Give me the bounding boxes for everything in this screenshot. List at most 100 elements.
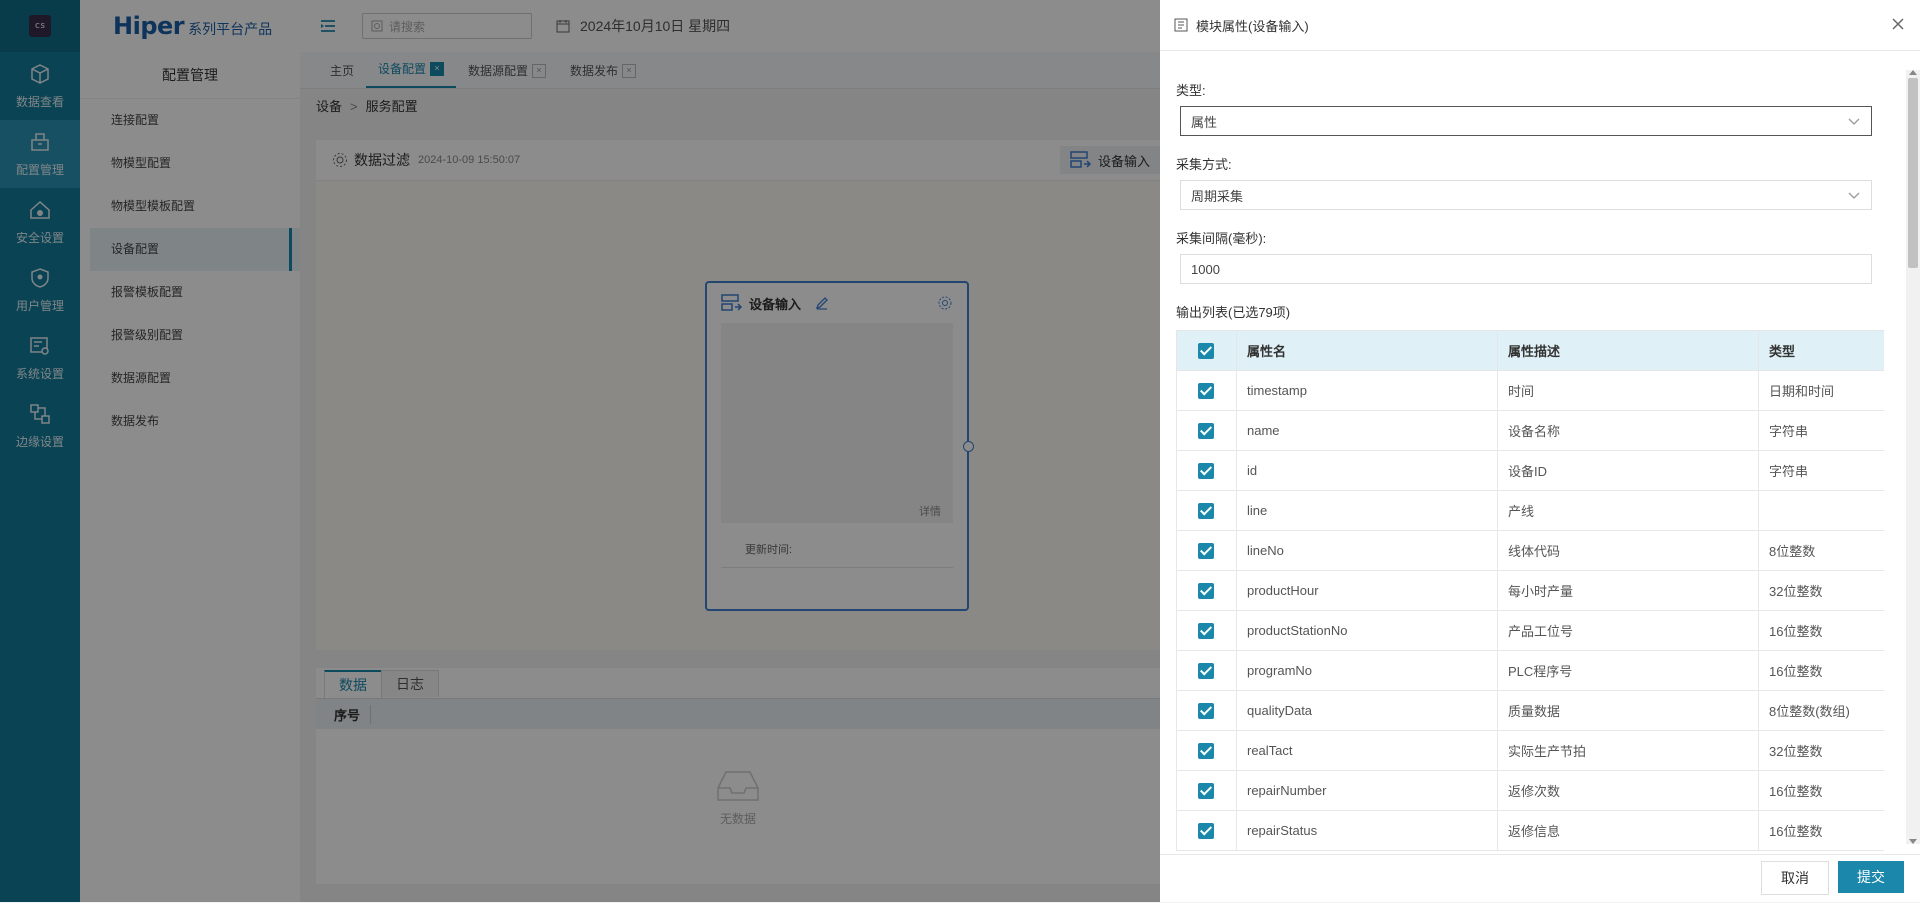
cell-name: programNo: [1236, 650, 1498, 691]
chevron-down-icon: [1848, 118, 1860, 125]
row-checkbox-cell: [1176, 730, 1237, 771]
select-all-checkbox[interactable]: [1198, 342, 1214, 359]
cell-desc: 返修次数: [1497, 770, 1759, 811]
scroll-up-arrow[interactable]: [1909, 70, 1917, 75]
row-checkbox-cell: [1176, 810, 1237, 851]
table-row[interactable]: timestamp 时间 日期和时间: [1176, 370, 1884, 411]
cell-type: 16位整数: [1758, 610, 1884, 651]
cell-desc: 设备名称: [1497, 410, 1759, 451]
cell-desc: 设备ID: [1497, 450, 1759, 491]
select-all-cell: [1176, 330, 1237, 371]
cell-type: 日期和时间: [1758, 370, 1884, 411]
cell-name: realTact: [1236, 730, 1498, 771]
cell-name: repairNumber: [1236, 770, 1498, 811]
collect-method-label: 采集方式:: [1176, 157, 1232, 172]
cell-type: 8位整数: [1758, 530, 1884, 571]
cell-desc: 实际生产节拍: [1497, 730, 1759, 771]
row-checkbox[interactable]: [1198, 462, 1214, 479]
scroll-down-arrow[interactable]: [1909, 839, 1917, 844]
row-checkbox[interactable]: [1198, 822, 1214, 839]
drawer-body: 类型: 属性 采集方式: 周期采集 采集间隔(毫秒): 1000 输出列表(已选…: [1176, 50, 1884, 854]
table-row[interactable]: programNo PLC程序号 16位整数: [1176, 650, 1884, 691]
row-checkbox-cell: [1176, 490, 1237, 531]
cell-name: timestamp: [1236, 370, 1498, 411]
table-row[interactable]: line 产线: [1176, 490, 1884, 531]
interval-value: 1000: [1191, 261, 1220, 277]
cell-desc: 返修信息: [1497, 810, 1759, 851]
cell-name: name: [1236, 410, 1498, 451]
table-row[interactable]: productHour 每小时产量 32位整数: [1176, 570, 1884, 611]
cell-type: 16位整数: [1758, 650, 1884, 691]
row-checkbox[interactable]: [1198, 782, 1214, 799]
row-checkbox[interactable]: [1198, 622, 1214, 639]
type-select-value: 属性: [1191, 114, 1218, 130]
row-checkbox[interactable]: [1198, 582, 1214, 599]
table-row[interactable]: realTact 实际生产节拍 32位整数: [1176, 730, 1884, 771]
cell-name: qualityData: [1236, 690, 1498, 731]
cell-desc: 时间: [1497, 370, 1759, 411]
drawer-scrollbar[interactable]: [1906, 70, 1920, 844]
submit-button[interactable]: 提交: [1838, 861, 1904, 893]
row-checkbox[interactable]: [1198, 662, 1214, 679]
drawer-header: 模块属性(设备输入): [1160, 0, 1920, 51]
table-row[interactable]: id 设备ID 字符串: [1176, 450, 1884, 491]
cell-name: productStationNo: [1236, 610, 1498, 651]
type-select[interactable]: 属性: [1180, 106, 1872, 136]
column-header-type: 类型: [1758, 330, 1884, 371]
cell-desc: 每小时产量: [1497, 570, 1759, 611]
table-row[interactable]: qualityData 质量数据 8位整数(数组): [1176, 690, 1884, 731]
row-checkbox[interactable]: [1198, 382, 1214, 399]
scrollbar-thumb[interactable]: [1908, 78, 1918, 268]
cell-desc: PLC程序号: [1497, 650, 1759, 691]
cancel-button[interactable]: 取消: [1761, 861, 1829, 895]
row-checkbox-cell: [1176, 650, 1237, 691]
cell-desc: 产线: [1497, 490, 1759, 531]
column-header-desc: 属性描述: [1497, 330, 1759, 371]
close-icon[interactable]: [1888, 14, 1908, 34]
row-checkbox-cell: [1176, 450, 1237, 491]
drawer-title: 模块属性(设备输入): [1196, 18, 1309, 34]
cell-type: 16位整数: [1758, 770, 1884, 811]
modal-overlay[interactable]: [0, 0, 1160, 902]
table-row[interactable]: name 设备名称 字符串: [1176, 410, 1884, 451]
collect-method-select[interactable]: 周期采集: [1180, 180, 1872, 210]
row-checkbox-cell: [1176, 410, 1237, 451]
row-checkbox-cell: [1176, 570, 1237, 611]
interval-input[interactable]: 1000: [1180, 254, 1872, 284]
row-checkbox-cell: [1176, 770, 1237, 811]
table-row[interactable]: repairNumber 返修次数 16位整数: [1176, 770, 1884, 811]
cell-name: repairStatus: [1236, 810, 1498, 851]
type-label: 类型:: [1176, 83, 1206, 98]
cell-type: 字符串: [1758, 410, 1884, 451]
cell-type: 16位整数: [1758, 810, 1884, 851]
row-checkbox-cell: [1176, 610, 1237, 651]
row-checkbox[interactable]: [1198, 742, 1214, 759]
column-header-name: 属性名: [1236, 330, 1498, 371]
table-header-row: 属性名 属性描述 类型: [1176, 330, 1884, 371]
cell-desc: 线体代码: [1497, 530, 1759, 571]
cell-desc: 质量数据: [1497, 690, 1759, 731]
cell-name: lineNo: [1236, 530, 1498, 571]
cell-type: 32位整数: [1758, 730, 1884, 771]
document-icon: [1174, 18, 1188, 32]
output-list-table: 属性名 属性描述 类型 timestamp 时间 日期和时间 name 设备名称 字符串 i…: [1176, 330, 1884, 851]
collect-method-value: 周期采集: [1191, 188, 1244, 204]
row-checkbox[interactable]: [1198, 502, 1214, 519]
row-checkbox-cell: [1176, 690, 1237, 731]
row-checkbox-cell: [1176, 370, 1237, 411]
row-checkbox[interactable]: [1198, 702, 1214, 719]
cell-type: [1758, 490, 1884, 531]
cell-name: id: [1236, 450, 1498, 491]
cell-desc: 产品工位号: [1497, 610, 1759, 651]
interval-label: 采集间隔(毫秒):: [1176, 231, 1267, 246]
cell-type: 32位整数: [1758, 570, 1884, 611]
table-row[interactable]: productStationNo 产品工位号 16位整数: [1176, 610, 1884, 651]
row-checkbox[interactable]: [1198, 422, 1214, 439]
table-row[interactable]: lineNo 线体代码 8位整数: [1176, 530, 1884, 571]
row-checkbox[interactable]: [1198, 542, 1214, 559]
table-row[interactable]: repairStatus 返修信息 16位整数: [1176, 810, 1884, 851]
output-list-label: 输出列表(已选79项): [1176, 305, 1291, 320]
properties-drawer: 模块属性(设备输入) 类型: 属性 采集方式: 周期采集 采集间隔(毫秒): 1…: [1160, 0, 1920, 902]
cell-name: line: [1236, 490, 1498, 531]
cell-name: productHour: [1236, 570, 1498, 611]
